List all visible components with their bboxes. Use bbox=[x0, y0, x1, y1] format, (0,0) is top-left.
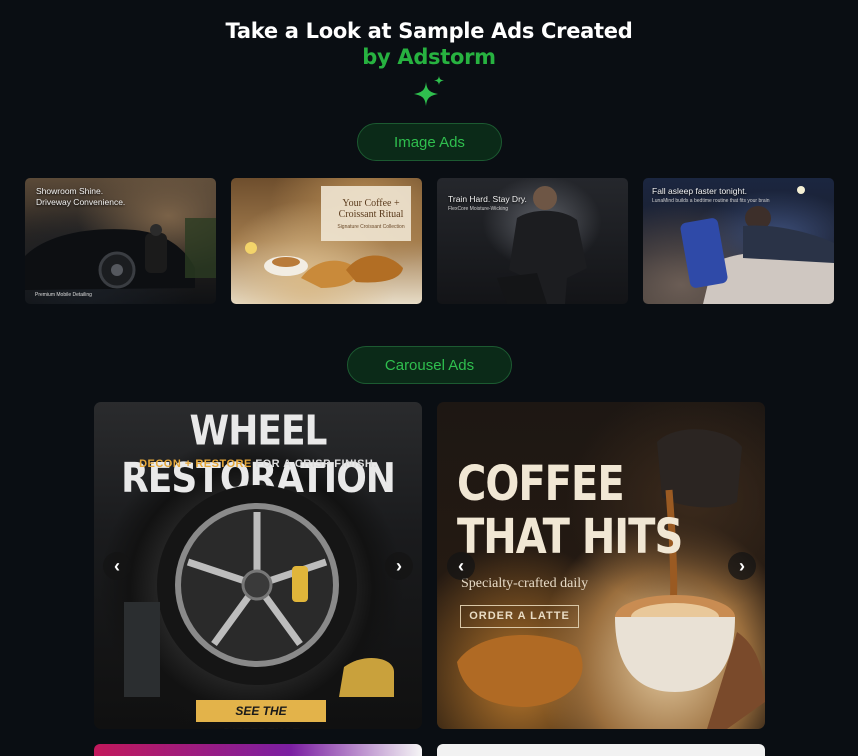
next-carousel-card-preview bbox=[94, 744, 422, 756]
sparkle-icon bbox=[414, 76, 444, 106]
carousel-ad-subtitle: Specialty-crafted daily bbox=[461, 576, 589, 591]
carousel-ad-title-line2: THAT HITS bbox=[457, 509, 683, 565]
page-subtitle: by Adstorm bbox=[362, 45, 496, 69]
carousel-ad-title: COFFEE THAT HITS bbox=[457, 456, 683, 565]
carousel-prev-button[interactable]: ‹ bbox=[103, 552, 131, 580]
image-ad-card[interactable]: Fall asleep faster tonight. LunaMind bui… bbox=[643, 178, 834, 304]
image-ad-caption: Your Coffee + Croissant Ritual bbox=[338, 198, 404, 220]
carousel-next-button[interactable]: › bbox=[385, 552, 413, 580]
image-ad-footer: Premium Mobile Detailing bbox=[35, 292, 92, 298]
carousel-ad-title-line1: COFFEE bbox=[457, 456, 625, 512]
image-ad-subcaption: Signature Croissant Collection bbox=[337, 224, 405, 230]
carousel-ads-tab[interactable]: Carousel Ads bbox=[347, 346, 512, 384]
image-ad-caption: Fall asleep faster tonight. bbox=[652, 186, 747, 196]
image-ad-card[interactable]: Train Hard. Stay Dry. FlexCore Moisture-… bbox=[437, 178, 628, 304]
carousel-ad-cta[interactable]: ORDER A LATTE bbox=[460, 605, 579, 628]
carousel-next-button[interactable]: › bbox=[728, 552, 756, 580]
image-ad-card[interactable]: Your Coffee + Croissant Ritual Signature… bbox=[231, 178, 422, 304]
carousel-ad-cta[interactable]: SEE THE DIFFERENCE bbox=[196, 700, 326, 729]
latte-illustration bbox=[457, 429, 765, 729]
carousel-prev-button[interactable]: ‹ bbox=[447, 552, 475, 580]
wheel-illustration bbox=[124, 485, 394, 697]
carousel-ad-card[interactable]: COFFEE THAT HITS Specialty-crafted daily… bbox=[437, 402, 765, 729]
image-ad-caption: Showroom Shine. Driveway Convenience. bbox=[36, 186, 126, 207]
image-ad-caption: Train Hard. Stay Dry. bbox=[448, 194, 527, 204]
coffee-croissant-illustration bbox=[245, 186, 411, 288]
image-ad-subcaption: FlexCore Moisture-Wicking bbox=[448, 206, 509, 212]
carousel-ad-card[interactable]: WHEEL RESTORATION DECON + RESTORE FOR A … bbox=[94, 402, 422, 729]
page-title: Take a Look at Sample Ads Created bbox=[225, 19, 633, 43]
image-ad-subcaption: LunaMind builds a bedtime routine that f… bbox=[652, 198, 770, 204]
next-carousel-card-preview bbox=[437, 744, 765, 756]
carousel-ad-subtitle-rest: FOR A CRISP FINISH. bbox=[255, 458, 377, 470]
image-ads-tab[interactable]: Image Ads bbox=[357, 123, 502, 161]
carousel-ad-subtitle-highlight: DECON + RESTORE bbox=[139, 458, 252, 470]
carousel-ad-subtitle: DECON + RESTORE FOR A CRISP FINISH. bbox=[94, 458, 422, 470]
image-ad-card[interactable]: Showroom Shine. Driveway Convenience. Pr… bbox=[25, 178, 216, 304]
